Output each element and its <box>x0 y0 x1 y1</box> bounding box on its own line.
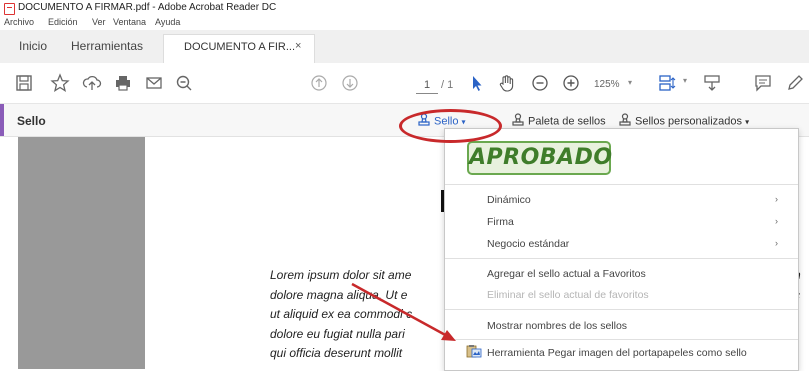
document-line: dolore eu fugiat nulla pari <box>270 326 405 341</box>
clipboard-paste-icon <box>466 344 482 358</box>
tab-tools[interactable]: Herramientas <box>71 39 143 53</box>
highlight-ellipse <box>399 109 502 143</box>
menu-item-paste-clipboard-stamp[interactable]: Herramienta Pegar imagen del portapapele… <box>487 347 747 359</box>
page-up-icon[interactable] <box>309 73 329 93</box>
tab-home[interactable]: Inicio <box>19 39 47 53</box>
submenu-arrow-icon: › <box>775 238 778 248</box>
approved-stamp-preview[interactable]: APROBADO <box>467 141 612 175</box>
tab-document-label: DOCUMENTO A FIR... <box>184 41 296 53</box>
document-line: dolore magna aliqua. Ut e <box>270 287 408 302</box>
menu-edicion[interactable]: Edición <box>48 17 78 27</box>
fit-page-icon[interactable] <box>657 73 677 93</box>
submenu-arrow-icon: › <box>775 216 778 226</box>
zoom-in-icon[interactable] <box>561 73 581 93</box>
menu-divider <box>445 184 798 185</box>
tab-bar: Inicio Herramientas DOCUMENTO A FIR... × <box>0 30 809 65</box>
star-icon[interactable] <box>50 73 70 93</box>
select-arrow-icon[interactable] <box>467 73 487 93</box>
menu-ayuda[interactable]: Ayuda <box>155 17 180 27</box>
hand-icon[interactable] <box>497 73 517 93</box>
document-line: ut aliquid ex ea commodi c <box>270 307 413 321</box>
menu-item-negocio-estandar[interactable]: Negocio estándar <box>487 238 569 250</box>
menu-divider <box>445 339 798 340</box>
window-title: DOCUMENTO A FIRMAR.pdf - Adobe Acrobat R… <box>18 2 277 13</box>
zoom-out-search-icon[interactable] <box>174 73 194 93</box>
stamp-toolbar-accent <box>0 104 4 136</box>
mail-icon[interactable] <box>144 73 164 93</box>
pdf-app-icon <box>4 3 15 15</box>
menu-item-remove-favorite[interactable]: Eliminar el sello actual de favoritos <box>487 289 649 301</box>
tab-document[interactable]: DOCUMENTO A FIR... × <box>163 34 315 65</box>
page-number-input[interactable]: 1 <box>416 79 438 94</box>
menu-item-show-stamp-names[interactable]: Mostrar nombres de los sellos <box>487 320 627 332</box>
menu-item-firma[interactable]: Firma <box>487 216 514 228</box>
submenu-arrow-icon: › <box>775 194 778 204</box>
page-total: / 1 <box>441 79 454 91</box>
menu-ventana[interactable]: Ventana <box>113 17 146 27</box>
main-toolbar: 1 / 1 125% ▾ ▾ <box>0 63 809 104</box>
page-margin-area <box>18 137 145 369</box>
menu-divider <box>445 258 798 259</box>
page-down-icon[interactable] <box>340 73 360 93</box>
stamp-palette-label: Paleta de sellos <box>528 115 606 128</box>
menu-item-add-favorite[interactable]: Agregar el sello actual a Favoritos <box>487 268 646 280</box>
document-text: Lorem ipsum dolor sit ame dolore magna a… <box>270 266 412 364</box>
custom-stamps-dropdown-icon: ▾ <box>745 117 750 127</box>
zoom-dropdown-icon[interactable]: ▾ <box>628 78 632 87</box>
marquee-icon[interactable] <box>702 73 722 93</box>
custom-stamps-label: Sellos personalizados <box>635 115 743 128</box>
title-bar: DOCUMENTO A FIRMAR.pdf - Adobe Acrobat R… <box>0 0 809 16</box>
menu-divider <box>445 309 798 310</box>
stamp-toolbar-title: Sello <box>17 114 46 128</box>
menu-bar: Archivo Edición Ver Ventana Ayuda <box>0 16 809 30</box>
document-line: Lorem ipsum dolor sit ame <box>270 268 412 282</box>
document-line: qui officia deserunt mollit <box>270 346 403 360</box>
menu-ver[interactable]: Ver <box>92 17 106 27</box>
menu-item-dinamico[interactable]: Dinámico <box>487 194 531 206</box>
zoom-level[interactable]: 125% <box>594 79 620 90</box>
stamp-dropdown-menu: APROBADO Dinámico › Firma › Negocio está… <box>444 128 799 371</box>
fit-dropdown-icon[interactable]: ▾ <box>683 76 691 85</box>
comment-icon[interactable] <box>753 73 773 93</box>
save-icon[interactable] <box>14 73 34 93</box>
upload-icon[interactable] <box>82 73 102 93</box>
close-tab-icon[interactable]: × <box>295 40 301 52</box>
pen-icon[interactable] <box>785 73 805 93</box>
zoom-out-icon[interactable] <box>530 73 550 93</box>
menu-archivo[interactable]: Archivo <box>4 17 34 27</box>
print-icon[interactable] <box>113 73 133 93</box>
